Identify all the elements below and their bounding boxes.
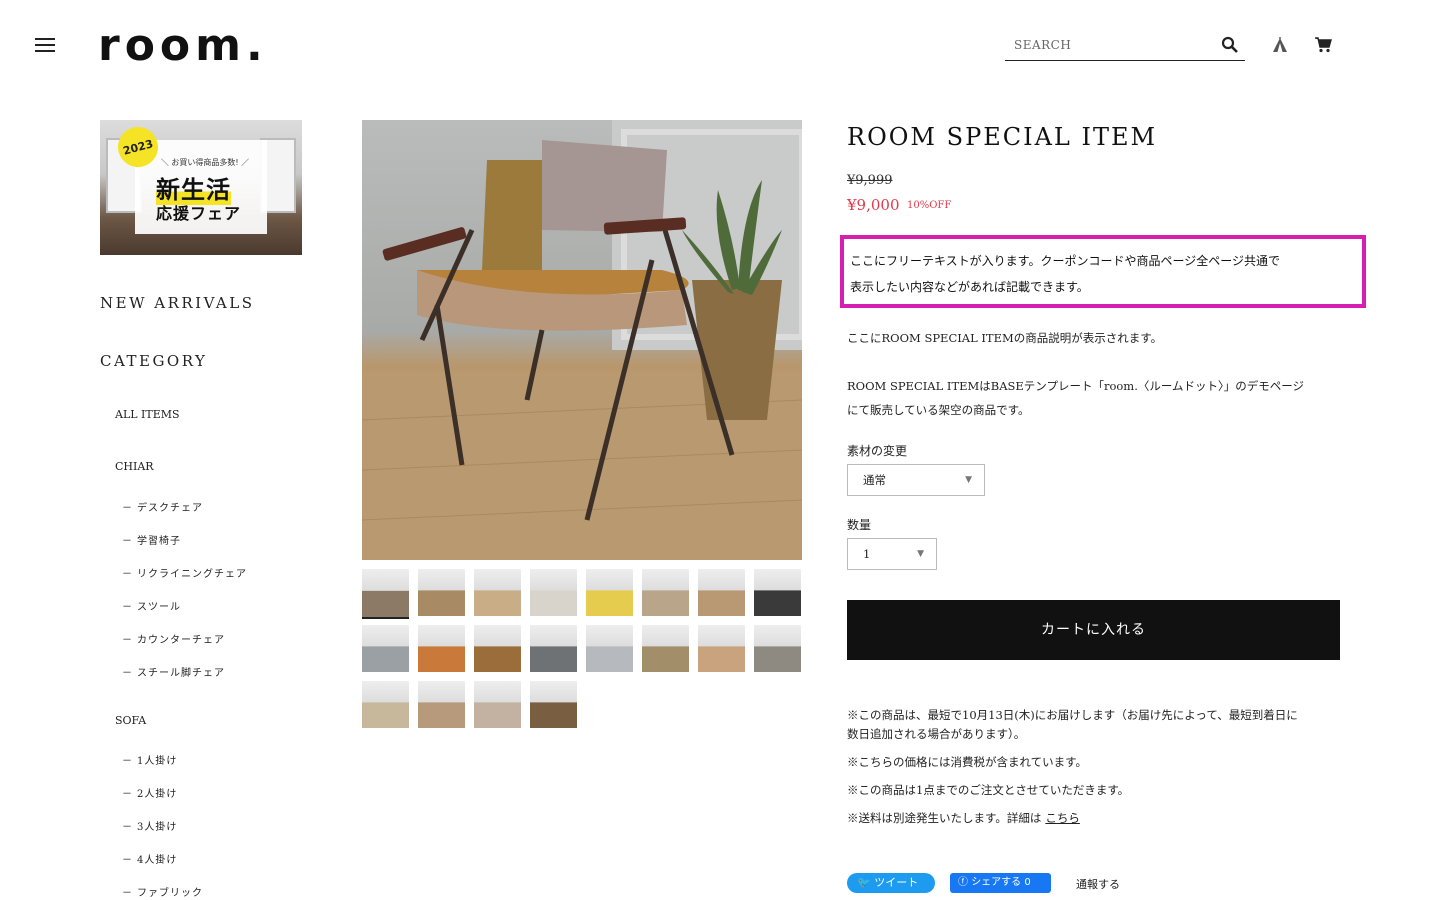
product-thumbnail[interactable] bbox=[530, 625, 577, 672]
product-thumbnail[interactable] bbox=[586, 569, 633, 616]
shipping-note-text: ※送料は別途発生いたします。詳細は bbox=[847, 811, 1042, 825]
twitter-bird-icon: 🐦 bbox=[857, 876, 875, 889]
note-line: 数日追加される場合があります）。 bbox=[847, 727, 1026, 741]
free-text-line: 表示したい内容などがあれば記載できます。 bbox=[850, 280, 1089, 294]
product-description: ここにROOM SPECIAL ITEMの商品説明が表示されます。 bbox=[847, 331, 1163, 345]
shipping-details-link[interactable]: こちら bbox=[1045, 811, 1080, 825]
nav-sub-item[interactable]: 3人掛け bbox=[122, 818, 177, 833]
fb-share-label: シェアする 0 bbox=[971, 877, 1031, 888]
product-thumbnail[interactable] bbox=[530, 569, 577, 616]
add-to-cart-button[interactable]: カートに入れる bbox=[847, 600, 1340, 660]
nav-sub-item[interactable]: カウンターチェア bbox=[122, 631, 225, 646]
product-thumbnail[interactable] bbox=[754, 569, 801, 616]
report-link[interactable]: 通報する bbox=[1076, 876, 1120, 892]
product-thumbnail[interactable] bbox=[586, 625, 633, 672]
nav-sub-item[interactable]: スツール bbox=[122, 598, 181, 613]
nav-sub-item[interactable]: 2人掛け bbox=[122, 785, 177, 800]
material-label: 素材の変更 bbox=[847, 444, 908, 458]
nav-sub-item[interactable]: デスクチェア bbox=[122, 499, 203, 514]
product-thumbnail[interactable] bbox=[642, 569, 689, 616]
description-line: にて販売している架空の商品です。 bbox=[847, 403, 1030, 417]
product-thumbnail[interactable] bbox=[418, 569, 465, 616]
product-thumbnail[interactable] bbox=[362, 625, 409, 672]
sale-price: ¥9,000 bbox=[847, 196, 900, 214]
nav-sofa[interactable]: SOFA bbox=[115, 714, 146, 727]
shipping-note: ※送料は別途発生いたします。詳細は こちら bbox=[847, 809, 1347, 828]
nav-sub-item[interactable]: 学習椅子 bbox=[122, 532, 181, 547]
quantity-label: 数量 bbox=[847, 518, 872, 532]
tent-icon[interactable] bbox=[1271, 37, 1289, 53]
discount-label: 10%OFF bbox=[907, 200, 952, 211]
tweet-button[interactable]: 🐦 ツイート bbox=[847, 873, 935, 893]
product-thumbnail[interactable] bbox=[698, 625, 745, 672]
nav-sub-item[interactable]: スチール脚チェア bbox=[122, 664, 225, 679]
site-logo[interactable]: room. bbox=[98, 20, 268, 71]
delivery-note: ※この商品は、最短で10月13日(木)にお届けします（お届け先によって、最短到着… bbox=[847, 706, 1347, 744]
nav-category-heading: CATEGORY bbox=[100, 352, 208, 370]
product-thumbnail[interactable] bbox=[754, 625, 801, 672]
dropdown-arrow-icon: ▼ bbox=[917, 549, 924, 559]
material-value: 通常 bbox=[863, 473, 886, 487]
material-select[interactable]: 通常 ▼ bbox=[847, 464, 985, 496]
tweet-label: ツイート bbox=[874, 876, 919, 889]
free-text-box: ここにフリーテキストが入ります。クーポンコードや商品ページ全ページ共通で 表示し… bbox=[840, 235, 1366, 308]
tax-note: ※こちらの価格には消費税が含まれています。 bbox=[847, 755, 1088, 769]
banner-title-2: 応援フェア bbox=[156, 204, 242, 223]
note-line: ※この商品は、最短で10月13日(木)にお届けします（お届け先によって、最短到着… bbox=[847, 708, 1298, 722]
facebook-share-button[interactable]: ⓕ シェアする 0 bbox=[950, 873, 1051, 893]
product-thumbnail[interactable] bbox=[642, 625, 689, 672]
product-thumbnail[interactable] bbox=[362, 569, 409, 619]
search-icon[interactable] bbox=[1221, 36, 1239, 54]
product-thumbnail[interactable] bbox=[698, 569, 745, 616]
campaign-banner[interactable]: 2023 ＼ お買い得商品多数! ／ 新生活 応援フェア bbox=[100, 120, 302, 255]
product-thumbnail[interactable] bbox=[474, 569, 521, 616]
cart-icon[interactable] bbox=[1314, 36, 1332, 53]
product-thumbnail[interactable] bbox=[418, 625, 465, 672]
product-thumbnail[interactable] bbox=[474, 681, 521, 728]
original-price: ¥9,999 bbox=[847, 173, 893, 188]
menu-icon[interactable] bbox=[35, 38, 55, 54]
dropdown-arrow-icon: ▼ bbox=[965, 475, 972, 485]
product-thumbnail[interactable] bbox=[474, 625, 521, 672]
product-main-image[interactable] bbox=[362, 120, 802, 560]
nav-sub-item[interactable]: リクライニングチェア bbox=[122, 565, 247, 580]
limit-note: ※この商品は1点までのご注文とさせていただきます。 bbox=[847, 783, 1130, 797]
description-line: ROOM SPECIAL ITEMはBASEテンプレート「room.〈ルームドッ… bbox=[847, 379, 1305, 393]
chair-photo bbox=[362, 120, 802, 560]
search-input[interactable] bbox=[1005, 30, 1205, 60]
product-title: ROOM SPECIAL ITEM bbox=[847, 123, 1158, 151]
nav-sub-item[interactable]: 4人掛け bbox=[122, 851, 177, 866]
nav-new-arrivals[interactable]: NEW ARRIVALS bbox=[100, 294, 255, 312]
nav-all-items[interactable]: ALL ITEMS bbox=[115, 408, 180, 421]
nav-sub-item[interactable]: ファブリック bbox=[122, 884, 203, 899]
nav-chiar[interactable]: CHIAR bbox=[115, 460, 154, 473]
free-text-line: ここにフリーテキストが入ります。クーポンコードや商品ページ全ページ共通で bbox=[850, 254, 1280, 268]
product-thumbnail[interactable] bbox=[362, 681, 409, 728]
quantity-select[interactable]: 1 ▼ bbox=[847, 538, 937, 570]
product-thumbnail[interactable] bbox=[418, 681, 465, 728]
quantity-value: 1 bbox=[863, 547, 871, 561]
nav-sub-item[interactable]: 1人掛け bbox=[122, 752, 177, 767]
banner-subtitle: ＼ お買い得商品多数! ／ bbox=[160, 158, 250, 167]
search-bar bbox=[1005, 30, 1245, 61]
product-description: ROOM SPECIAL ITEMはBASEテンプレート「room.〈ルームドッ… bbox=[847, 374, 1304, 422]
facebook-icon: ⓕ bbox=[958, 877, 972, 888]
product-thumbnail[interactable] bbox=[530, 681, 577, 728]
